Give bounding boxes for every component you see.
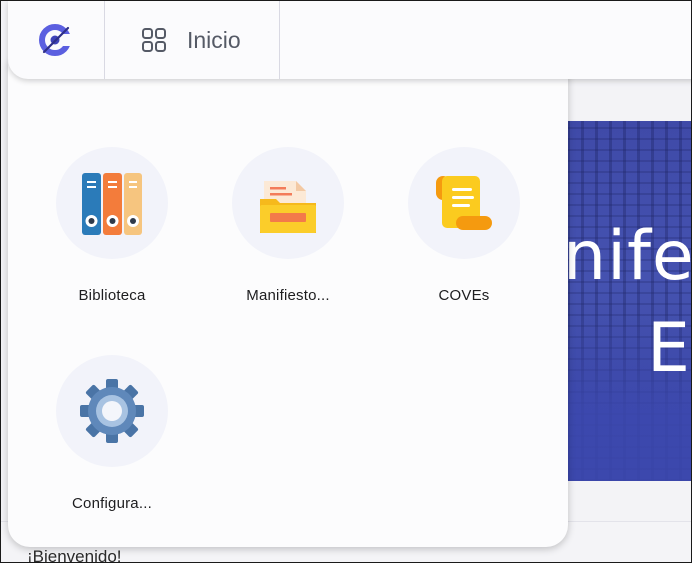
home-nav-label: Inicio: [187, 26, 241, 53]
app-label: Manifiesto...: [246, 287, 330, 304]
hero-title: nifes: [567, 217, 692, 296]
app-label: COVEs: [438, 287, 490, 304]
app-manifiesto[interactable]: Manifiesto...: [218, 147, 358, 304]
hero-subtitle: E: [647, 309, 690, 388]
app-coves[interactable]: COVEs: [394, 147, 534, 304]
app-icon-circle: [56, 147, 168, 259]
app-icon-circle: [408, 147, 520, 259]
binders-icon: [82, 173, 142, 235]
app-icon-circle: [232, 147, 344, 259]
hero-banner: nifes E: [567, 121, 692, 481]
brand-logo-icon: [39, 24, 72, 56]
app-label: Configura...: [72, 495, 152, 512]
home-nav-button[interactable]: Inicio: [105, 1, 280, 79]
welcome-heading: ¡Bienvenido!: [27, 547, 122, 563]
apps-grid-icon: [142, 28, 166, 52]
app-window: nifes E ¡Bienvenido! Inicio: [0, 0, 692, 563]
app-icon-circle: [56, 355, 168, 467]
app-configuracion[interactable]: Configura...: [42, 355, 182, 512]
folder-documents-icon: [260, 181, 316, 233]
app-label: Biblioteca: [78, 287, 146, 304]
app-biblioteca[interactable]: Biblioteca: [42, 147, 182, 304]
apps-dropdown-panel: Biblioteca Manifiesto... COVEs Configura…: [8, 61, 568, 547]
top-navbar: Inicio: [8, 1, 691, 79]
scroll-icon: [436, 176, 492, 230]
gear-icon: [80, 379, 144, 443]
logo-button[interactable]: [8, 1, 105, 79]
